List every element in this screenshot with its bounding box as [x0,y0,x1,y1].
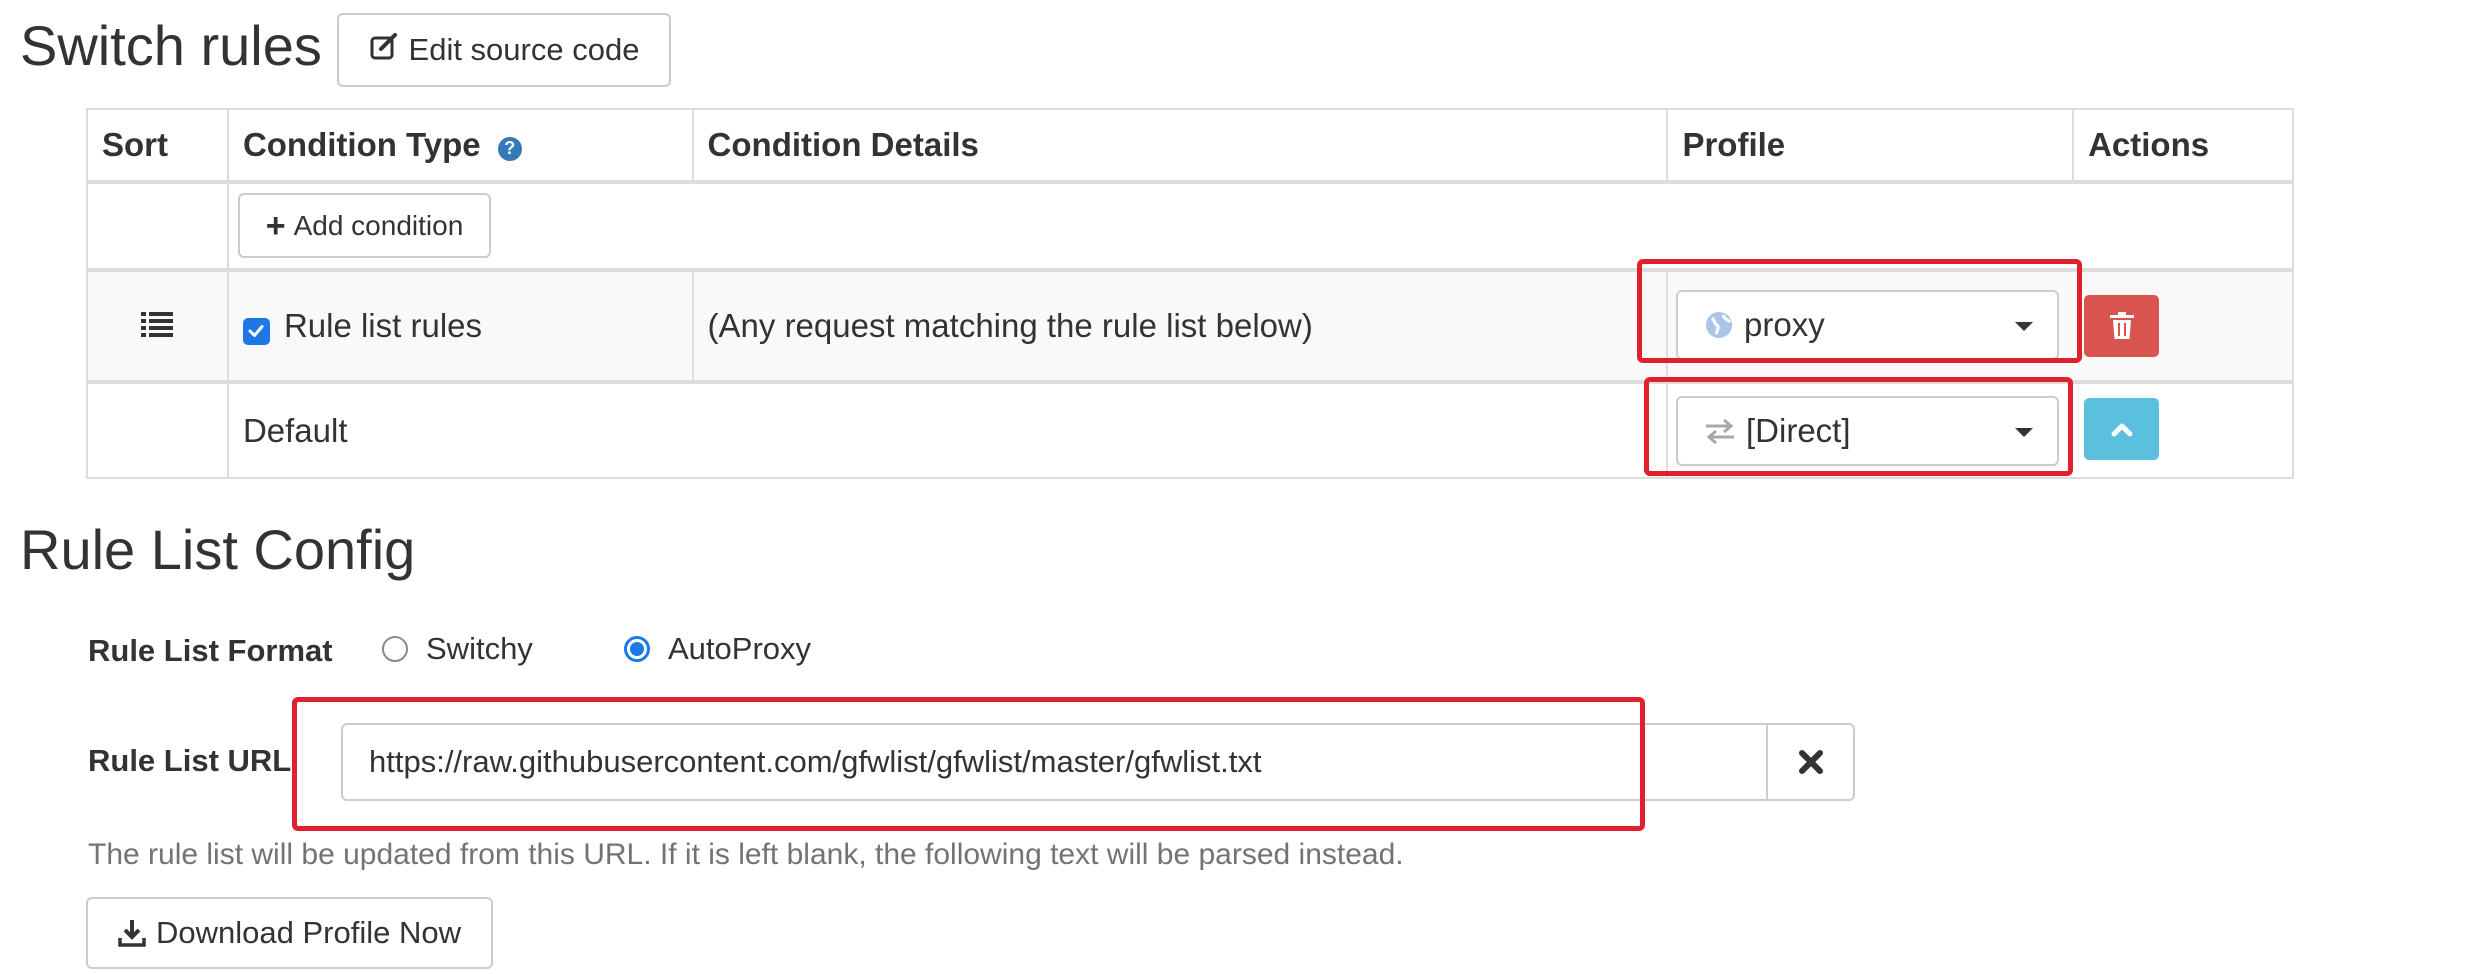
condition-details-value: (Any request matching the rule list belo… [691,268,1669,383]
column-header-condition-details: Condition Details [691,108,1669,184]
chevron-up-icon [2111,421,2133,437]
format-option-autoproxy[interactable]: AutoProxy [624,631,811,667]
clear-url-button[interactable] [1766,723,1855,801]
delete-rule-button[interactable] [2084,295,2159,357]
add-condition-button[interactable]: + Add condition [238,193,491,258]
trash-icon [2109,312,2134,340]
highlight-box [1644,377,2073,476]
list-drag-handle-icon[interactable] [141,308,174,346]
autoproxy-label: AutoProxy [668,631,812,666]
column-header-profile: Profile [1666,108,2075,184]
format-option-switchy[interactable]: Switchy [382,631,533,667]
default-condition-label: Default [226,380,1669,479]
edit-source-code-button[interactable]: Edit source code [337,13,671,87]
add-condition-label: Add condition [293,209,464,241]
table-header-row: Sort Condition Type ? Condition Details … [86,108,2294,184]
switch-rules-title: Switch rules [20,14,322,77]
column-header-condition-type: Condition Type ? [226,108,694,184]
rule-list-config-title: Rule List Config [20,518,416,581]
condition-type-value: Rule list rules [283,307,483,344]
switchy-radio[interactable] [382,636,408,662]
edit-icon [369,31,399,69]
help-icon[interactable]: ? [497,136,522,161]
column-header-sort: Sort [86,108,229,184]
download-profile-button[interactable]: Download Profile Now [86,897,493,969]
download-profile-label: Download Profile Now [156,915,461,950]
move-up-button[interactable] [2084,398,2159,460]
plus-icon: + [265,206,286,245]
rule-list-format-label: Rule List Format [88,633,333,668]
highlight-box [1637,259,2082,363]
column-header-actions: Actions [2072,108,2294,184]
highlight-box [292,697,1645,831]
download-icon [118,918,146,948]
edit-source-code-label: Edit source code [408,32,640,67]
close-icon [1798,749,1824,775]
switchy-label: Switchy [426,631,533,666]
drag-handle-cell [86,268,229,383]
rule-list-url-label: Rule List URL [88,743,292,778]
rule-list-help-text: The rule list will be updated from this … [88,838,1404,871]
autoproxy-radio[interactable] [624,636,650,662]
rule-enabled-checkbox[interactable] [242,317,270,345]
